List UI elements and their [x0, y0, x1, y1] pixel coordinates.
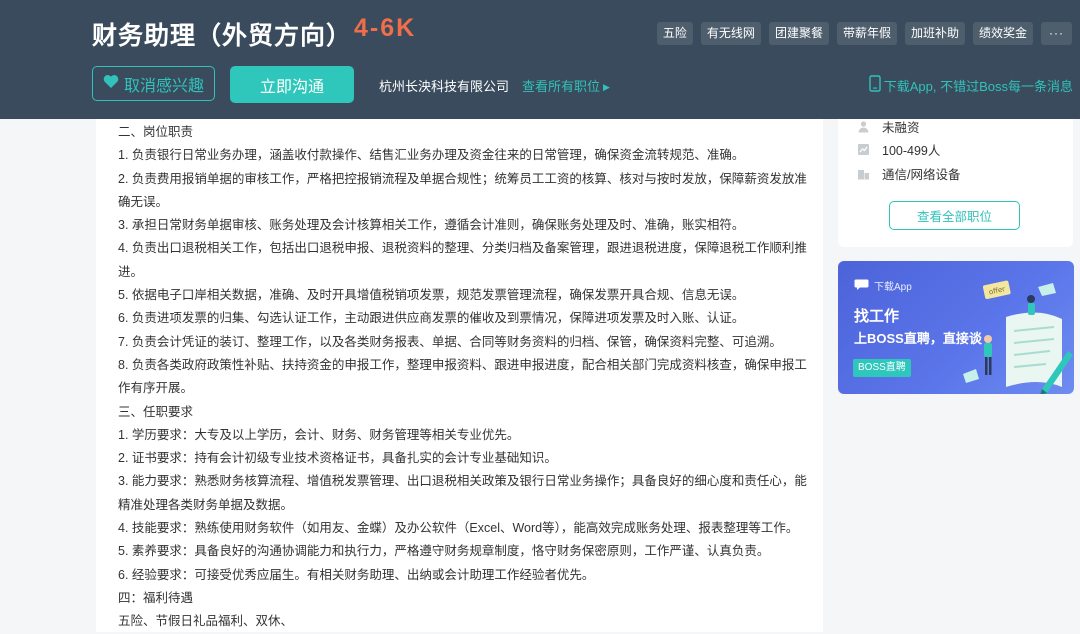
description-line: 4. 负责出口退税相关工作，包括出口退税申报、退税资料的整理、分类归档及备案管理… [118, 241, 807, 279]
job-title: 财务助理（外贸方向） [92, 22, 353, 50]
financing-stage: 未融资 [882, 121, 920, 135]
job-hunter-illustration: offer [963, 280, 1073, 394]
description-line: 6. 经验要求：可接受优秀应届生。有相关财务助理、出纳或会计助理工作经验者优先。 [118, 567, 595, 582]
download-app-label: 下载App, 不错过Boss每一条消息 [883, 78, 1073, 94]
welfare-tags: 五险 有无线网 团建聚餐 带薪年假 加班补助 绩效奖金 ··· [656, 22, 1072, 45]
description-line: 3. 能力要求：熟悉财务核算流程、增值税发票管理、出口退税相关政策及银行日常业务… [118, 474, 807, 512]
view-all-positions-button[interactable]: 查看全部职位 [889, 201, 1020, 230]
description-line: 2. 证书要求：持有会计初级专业技术资格证书，具备扎实的会计专业基础知识。 [118, 451, 557, 466]
building-icon [857, 167, 870, 180]
welfare-tag: 有无线网 [700, 22, 761, 45]
description-line: 7. 负责会计凭证的装订、整理工作，以及各类财务报表、单据、合同等财务资料的归档… [118, 334, 782, 349]
welfare-tag: 团建聚餐 [768, 22, 829, 45]
welfare-tag: 加班补助 [904, 22, 965, 45]
download-app-link[interactable]: 下载App, 不错过Boss每一条消息 [869, 75, 1073, 95]
heart-icon [103, 74, 119, 94]
description-line: 五险、节假日礼品福利、双休、 [118, 614, 294, 629]
cancel-interest-label: 取消感兴趣 [123, 77, 204, 95]
welfare-tag: 五险 [656, 22, 693, 45]
cancel-interest-button[interactable]: 取消感兴趣 [92, 66, 215, 101]
chat-now-button[interactable]: 立即沟通 [230, 66, 354, 103]
boss-badge: BOSS直聘 [853, 359, 911, 377]
section-heading: 四：福利待遇 [118, 590, 194, 605]
industry: 通信/网络设备 [882, 168, 961, 182]
view-all-jobs-label: 查看所有职位 [522, 79, 601, 94]
person-icon [857, 120, 870, 133]
industry-row: 通信/网络设备 [857, 164, 960, 183]
section-heading: 二、岗位职责 [118, 125, 194, 139]
banner-headline: 找工作 [854, 308, 900, 325]
description-line: 2. 负责费用报销单据的审核工作，严格把控报销流程及单据合规性；统筹员工工资的核… [118, 171, 807, 209]
welfare-tag: 绩效奖金 [972, 22, 1033, 45]
description-line: 5. 依据电子口岸相关数据，准确、及时开具增值税销项发票，规范发票管理流程，确保… [118, 288, 745, 303]
phone-icon [869, 75, 881, 95]
description-line: 8. 负责各类政府政策性补贴、扶持资金的申报工作，整理申报资料、跟进申报进度，配… [118, 357, 807, 396]
financing-stage-row: 未融资 [857, 117, 920, 136]
chart-icon [857, 143, 870, 156]
job-description: 二、岗位职责 1. 负责银行日常业务办理，涵盖收付款操作、结售汇业务办理及资金往… [118, 121, 808, 634]
job-header: 财务助理（外贸方向） 4-6K 五险 有无线网 团建聚餐 带薪年假 加班补助 绩… [0, 0, 1080, 119]
welfare-tag: 带薪年假 [836, 22, 897, 45]
caret-right-icon: ▶ [603, 82, 610, 92]
salary: 4-6K [354, 14, 417, 42]
company-name[interactable]: 杭州长泱科技有限公司 [379, 76, 509, 95]
more-tags-button[interactable]: ··· [1041, 22, 1072, 45]
view-all-jobs-link[interactable]: 查看所有职位 ▶ [522, 76, 610, 95]
banner-download-label: 下载App [874, 282, 912, 293]
description-line: 3. 承担日常财务单据审核、账务处理及会计核算相关工作，遵循会计准则，确保账务处… [118, 218, 745, 233]
description-line: 4. 技能要求：熟练使用财务软件（如用友、金蝶）及办公软件（Excel、Word… [118, 521, 799, 536]
app-download-banner[interactable]: 下载App 找工作 上BOSS直聘，直接谈 BOSS直聘 offer [838, 261, 1074, 394]
chat-bubble-icon [854, 279, 869, 293]
company-info-card: 未融资 100-499人 通信/网络设备 查看全部职位 [838, 119, 1073, 247]
description-line: 1. 负责银行日常业务办理，涵盖收付款操作、结售汇业务办理及资金往来的日常管理，… [118, 148, 745, 163]
description-line: 5. 素养要求：具备良好的沟通协调能力和执行力，严格遵守财务规章制度，恪守财务保… [118, 544, 770, 559]
job-description-panel: 二、岗位职责 1. 负责银行日常业务办理，涵盖收付款操作、结售汇业务办理及资金往… [96, 119, 823, 632]
company-size: 100-499人 [882, 144, 941, 158]
description-line: 1. 学历要求：大专及以上学历，会计、财务、财务管理等相关专业优先。 [118, 427, 520, 442]
company-size-row: 100-499人 [857, 140, 940, 159]
section-heading: 三、任职要求 [118, 404, 194, 419]
banner-top-label: 下载App [854, 278, 912, 293]
description-line: 6. 负责进项发票的归集、勾选认证工作，主动跟进供应商发票的催收及到票情况，保障… [118, 311, 745, 326]
